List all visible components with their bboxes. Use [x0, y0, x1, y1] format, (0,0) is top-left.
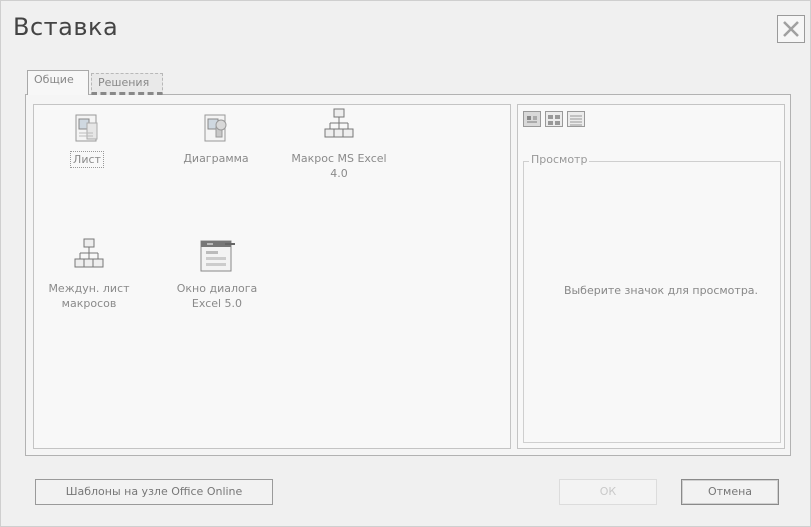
item-label: Лист: [70, 151, 104, 168]
details-view-icon[interactable]: [567, 111, 585, 127]
cancel-button[interactable]: Отмена: [681, 479, 779, 505]
worksheet-icon: [57, 113, 117, 147]
item-worksheet[interactable]: Лист: [57, 113, 117, 168]
macro-network-icon: [43, 237, 135, 277]
item-chart[interactable]: Диаграмма: [181, 113, 251, 166]
button-label: Шаблоны на узле Office Online: [65, 485, 243, 498]
item-dialog-sheet[interactable]: Окно диалога Excel 5.0: [169, 239, 265, 311]
office-online-templates-button[interactable]: Шаблоны на узле Office Online: [35, 479, 273, 505]
item-excel4-macro[interactable]: Макрос MS Excel 4.0: [289, 107, 389, 181]
large-icons-view-icon[interactable]: [523, 111, 541, 127]
preview-group-box: [523, 161, 781, 443]
preview-message: Выберите значок для просмотра.: [563, 284, 759, 297]
item-label: Макрос MS Excel 4.0: [291, 152, 387, 180]
insert-dialog: Вставка Общие Решения Лист Диаграмма Мак…: [0, 0, 811, 527]
item-label: Диаграмма: [183, 152, 249, 165]
tab-label: Решения: [98, 76, 150, 89]
tab-label: Общие: [34, 73, 74, 86]
item-label: Междун. лист макросов: [48, 282, 130, 310]
dialog-title: Вставка: [13, 13, 119, 41]
button-label: ОК: [599, 485, 617, 498]
ok-button[interactable]: ОК: [559, 479, 657, 505]
item-label: Окно диалога Excel 5.0: [176, 282, 258, 310]
list-view-icon[interactable]: [545, 111, 563, 127]
chart-sheet-icon: [181, 113, 251, 147]
button-label: Отмена: [707, 485, 753, 498]
close-icon[interactable]: [777, 15, 805, 43]
preview-legend: Просмотр: [529, 153, 590, 166]
tab-solutions[interactable]: Решения: [91, 73, 163, 95]
macro-network-icon: [289, 107, 389, 147]
tab-general[interactable]: Общие: [27, 70, 89, 95]
item-intl-macro-sheet[interactable]: Междун. лист макросов: [43, 237, 135, 311]
dialog-sheet-icon: [169, 239, 265, 277]
